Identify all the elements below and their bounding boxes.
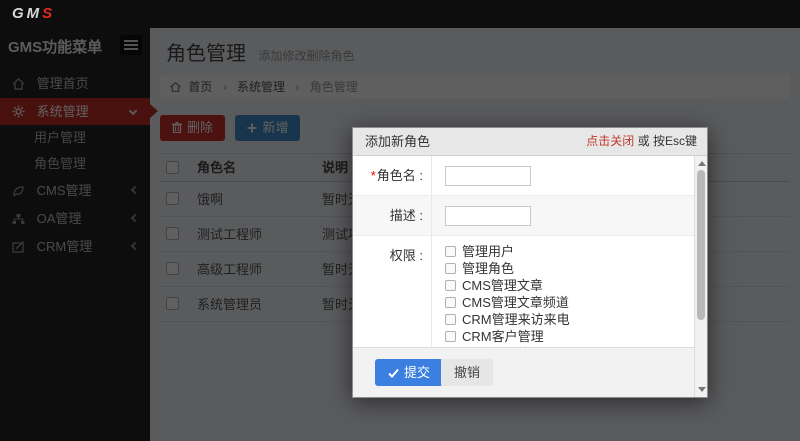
scrollbar-thumb[interactable] [697,170,705,320]
permission-item: 管理角色 [445,260,694,277]
modal-body: *角色名 : 描述 : 权限 : 管理用户 管理角色 CMS管理文章 CMS管理… [353,156,694,347]
logo-gm: GM [12,5,42,22]
permission-item: CRM管理来访来电 [445,311,694,328]
permissions-list: 管理用户 管理角色 CMS管理文章 CMS管理文章频道 CRM管理来访来电 CR… [432,236,694,347]
permission-checkbox[interactable] [445,331,456,342]
permission-item: CRM客户管理 [445,328,694,345]
description-input[interactable] [445,206,531,226]
scroll-down-arrow[interactable] [698,387,706,392]
modal-close-hint: 点击关闭 或 按Esc键 [586,128,697,155]
modal-scrollbar [694,156,707,397]
permission-checkbox[interactable] [445,246,456,257]
cancel-button[interactable]: 撤销 [441,359,493,386]
permission-item: 管理用户 [445,243,694,260]
submit-button[interactable]: 提交 [375,359,443,386]
permission-checkbox[interactable] [445,263,456,274]
permission-checkbox[interactable] [445,280,456,291]
gms-logo: GMS [12,5,55,22]
permission-item: CMS管理文章 [445,277,694,294]
close-hint-text: 或 按Esc键 [638,134,697,148]
add-role-modal: 添加新角色 点击关闭 或 按Esc键 *角色名 : 描述 : 权限 : 管理用户… [352,127,708,398]
form-row-permissions: 权限 : 管理用户 管理角色 CMS管理文章 CMS管理文章频道 CRM管理来访… [353,236,694,347]
role-name-input[interactable] [445,166,531,186]
role-name-label: *角色名 : [353,156,423,196]
scroll-up-arrow[interactable] [698,161,706,166]
form-row-role-name: *角色名 : [353,156,694,196]
submit-button-label: 提交 [404,365,430,380]
check-icon [388,368,399,378]
permission-checkbox[interactable] [445,314,456,325]
permission-checkbox[interactable] [445,297,456,308]
description-label: 描述 : [353,196,423,236]
top-navbar: GMS [0,0,800,28]
modal-title: 添加新角色 [365,128,430,155]
permission-item: CMS管理文章频道 [445,294,694,311]
permissions-label: 权限 : [353,236,423,262]
modal-header: 添加新角色 点击关闭 或 按Esc键 [353,128,707,156]
modal-footer: 提交 撤销 [353,347,694,397]
close-link[interactable]: 点击关闭 [586,134,634,148]
required-mark: * [371,168,376,183]
form-row-description: 描述 : [353,196,694,236]
logo-s: S [42,5,55,22]
